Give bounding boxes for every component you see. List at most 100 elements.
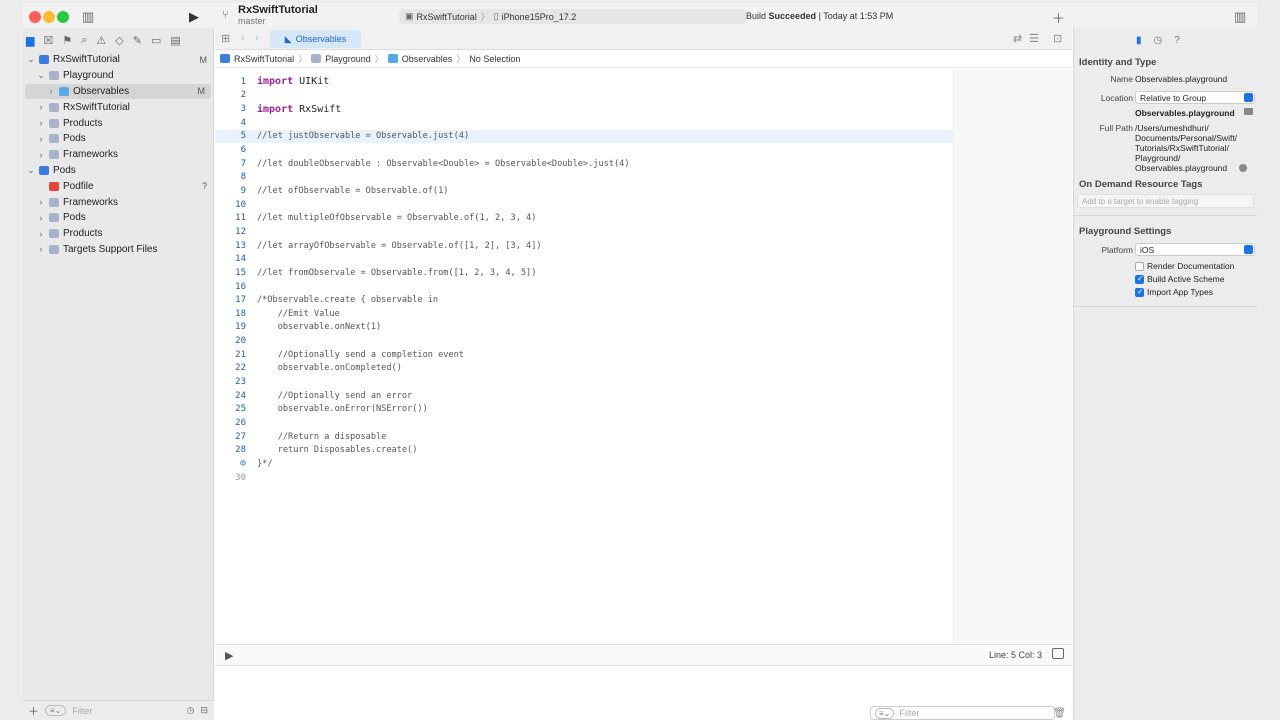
code-line[interactable]: 4: [215, 116, 953, 130]
code-line[interactable]: 15 //let fromObservale = Observable.from(…: [215, 266, 953, 280]
tree-item-pods[interactable]: › Pods: [23, 131, 213, 147]
line-number[interactable]: 8: [215, 172, 246, 182]
editor-options-icon[interactable]: ☰: [1029, 32, 1039, 45]
code-text[interactable]: /*Observable.create { observable in: [257, 295, 438, 305]
code-text[interactable]: //Optionally send a completion event: [257, 350, 464, 360]
code-line[interactable]: ⊙}*/: [215, 457, 953, 471]
destination-name[interactable]: iPhone15Pro_17.2: [502, 12, 577, 22]
trash-icon[interactable]: 🗑: [1053, 708, 1066, 719]
line-number[interactable]: 22: [215, 363, 246, 373]
breadcrumb-item[interactable]: Playground: [325, 54, 371, 64]
tree-item-pods-project[interactable]: ⌄ Pods: [23, 163, 213, 179]
code-text[interactable]: //let ofObservable = Observable.of(1): [257, 186, 448, 196]
bookmark-icon[interactable]: ⚑: [62, 34, 72, 47]
tree-item-targets-support-files[interactable]: › Targets Support Files: [23, 242, 213, 258]
scheme-name[interactable]: RxSwiftTutorial: [417, 12, 477, 22]
minimize-window-button[interactable]: [43, 11, 55, 23]
code-text[interactable]: import RxSwift: [257, 104, 341, 115]
minimap[interactable]: [953, 70, 1072, 650]
code-line[interactable]: 6: [215, 143, 953, 157]
help-icon[interactable]: ?: [1174, 35, 1180, 46]
tree-item-rxswifttutorial[interactable]: › RxSwiftTutorial: [23, 99, 213, 115]
line-number[interactable]: 25: [215, 404, 246, 414]
add-icon[interactable]: ＋: [28, 703, 39, 719]
code-line[interactable]: 20: [215, 334, 953, 348]
line-number[interactable]: 30: [215, 473, 246, 483]
line-number[interactable]: 12: [215, 227, 246, 237]
back-icon[interactable]: ‹: [241, 32, 245, 44]
split-editor-icon[interactable]: ⊡: [1053, 32, 1062, 45]
file-inspector-icon[interactable]: ▮: [1136, 35, 1142, 46]
test-icon[interactable]: ◇: [115, 34, 123, 47]
chevron-down-icon[interactable]: ⌄: [26, 54, 36, 65]
line-number[interactable]: 18: [215, 309, 246, 319]
code-line[interactable]: 21 //Optionally send a completion event: [215, 348, 953, 362]
checkbox[interactable]: [1135, 287, 1144, 297]
line-number[interactable]: 23: [215, 377, 246, 387]
code-line[interactable]: 13 //let arrayOfObservable = Observable.o…: [215, 239, 953, 253]
folder-icon[interactable]: [1244, 108, 1253, 115]
code-line[interactable]: 7 //let doubleObservable : Observable<Dou…: [215, 157, 953, 171]
console-toggle-icon[interactable]: [1052, 648, 1064, 659]
code-line[interactable]: 17 /*Observable.create { observable in: [215, 293, 953, 307]
code-text[interactable]: //Optionally send an error: [257, 391, 413, 401]
line-number[interactable]: 11: [215, 213, 246, 223]
zoom-window-button[interactable]: [57, 11, 69, 23]
code-text[interactable]: //Emit Value: [257, 309, 340, 319]
add-icon[interactable]: ＋: [1052, 8, 1065, 27]
breadcrumb-item[interactable]: RxSwiftTutorial: [234, 54, 294, 64]
line-number[interactable]: 21: [215, 350, 246, 360]
line-number[interactable]: 16: [215, 282, 246, 292]
tree-item-playground[interactable]: ⌄ Playground: [23, 68, 213, 84]
warning-icon[interactable]: ⚠: [96, 34, 106, 47]
code-line[interactable]: 3 import RxSwift: [215, 102, 953, 116]
grid-icon[interactable]: ⊞: [221, 32, 230, 45]
line-number[interactable]: 9: [215, 186, 246, 196]
console-filter[interactable]: ≡⌄ Filter: [870, 706, 1055, 720]
platform-select[interactable]: iOS: [1135, 243, 1255, 256]
tree-item-observables[interactable]: › Observables M: [25, 83, 211, 100]
code-line[interactable]: 24 //Optionally send an error: [215, 389, 953, 403]
line-number[interactable]: 1: [215, 77, 246, 87]
line-number[interactable]: 2: [215, 90, 246, 100]
tree-item-frameworks[interactable]: › Frameworks: [23, 194, 213, 210]
line-number[interactable]: 17: [215, 295, 246, 305]
code-text[interactable]: //let arrayOfObservable = Observable.of(…: [257, 241, 542, 251]
code-text[interactable]: //Return a disposable: [257, 432, 387, 442]
line-number[interactable]: 20: [215, 336, 246, 346]
code-line[interactable]: 1 import UIKit: [215, 75, 953, 89]
sidebar-toggle-icon[interactable]: ▥: [82, 9, 94, 25]
code-text[interactable]: //let justObservable = Observable.just(4…: [257, 131, 469, 141]
code-line[interactable]: 27 //Return a disposable: [215, 430, 953, 444]
code-line[interactable]: 16: [215, 280, 953, 294]
navigator-filter-input[interactable]: Filter: [72, 706, 92, 716]
code-text[interactable]: //let doubleObservable : Observable<Doub…: [257, 159, 630, 169]
search-icon[interactable]: ⌕: [81, 34, 87, 47]
code-line[interactable]: 30: [215, 471, 953, 485]
chevron-down-icon[interactable]: ⌄: [36, 70, 46, 81]
code-line[interactable]: 5 //let justObservable = Observable.just(…: [215, 129, 953, 144]
code-line[interactable]: 11 //let multipleOfObservable = Observabl…: [215, 212, 953, 226]
filter-options-icon[interactable]: ≡⌄: [45, 705, 67, 716]
breakpoint-icon[interactable]: ▭: [151, 34, 161, 47]
history-icon[interactable]: ◷: [1154, 35, 1163, 46]
location-select[interactable]: Relative to Group: [1135, 91, 1255, 104]
chevron-down-icon[interactable]: ⌄: [26, 165, 36, 176]
filter-toggle-icon[interactable]: ⊟: [200, 705, 208, 716]
run-to-line-icon[interactable]: ⊙: [215, 458, 246, 469]
name-value[interactable]: Observables.playground: [1135, 74, 1227, 84]
line-number[interactable]: 15: [215, 268, 246, 278]
tree-item-products[interactable]: › Products: [23, 115, 213, 131]
chevron-right-icon[interactable]: ›: [36, 229, 46, 239]
debug-icon[interactable]: ✎: [133, 34, 142, 47]
chevron-right-icon[interactable]: ›: [36, 134, 46, 144]
scheme-selector[interactable]: ▣ RxSwiftTutorial 〉 ▯ iPhone15Pro_17.2: [399, 9, 746, 24]
code-line[interactable]: 23: [215, 375, 953, 389]
line-number[interactable]: 13: [215, 241, 246, 251]
tree-item-podfile[interactable]: Podfile ?: [23, 178, 213, 194]
code-text[interactable]: //let fromObservale = Observable.from([1…: [257, 268, 536, 278]
tab-observables[interactable]: ◣ Observables: [270, 30, 361, 48]
chevron-right-icon[interactable]: ›: [36, 150, 46, 160]
tags-input[interactable]: Add to a target to enable tagging: [1077, 194, 1254, 208]
tree-item-products[interactable]: › Products: [23, 226, 213, 242]
